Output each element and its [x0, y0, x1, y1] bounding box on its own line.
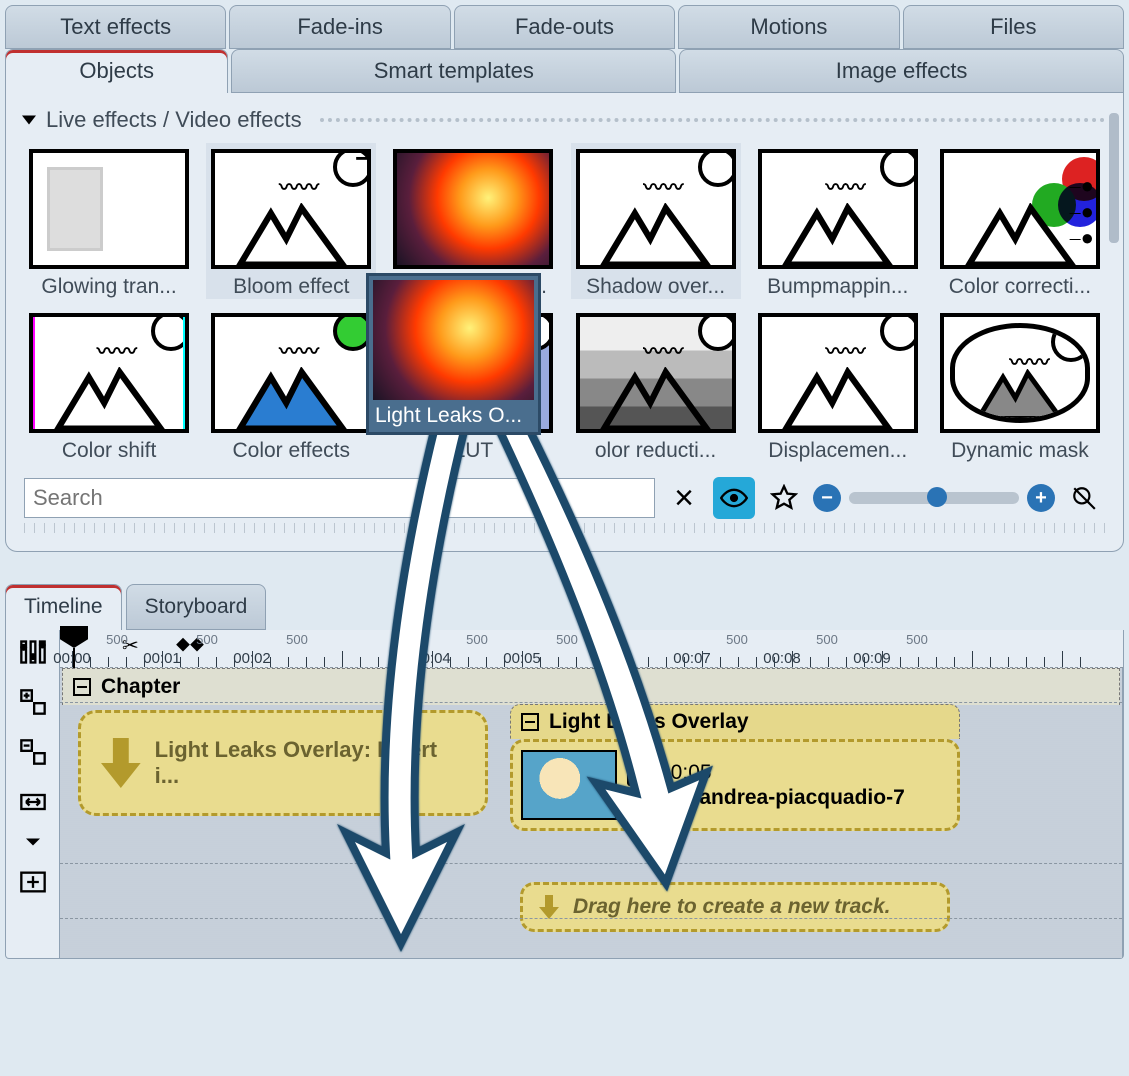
down-arrow-icon	[539, 895, 559, 919]
effect-thumb: 〰〰	[758, 149, 918, 269]
tab-text-effects[interactable]: Text effects	[5, 5, 226, 49]
clip-header[interactable]: Light Leaks Overlay	[510, 704, 960, 739]
effect-label: Displacemen...	[753, 439, 923, 463]
effect-item[interactable]: 〰〰 olor reducti...	[571, 307, 741, 463]
tracks-settings-icon[interactable]	[17, 636, 49, 668]
zoom-out-icon[interactable]: −	[813, 484, 841, 512]
collapse-clip-icon[interactable]	[521, 713, 539, 731]
clip-title: Light Leaks Overlay	[549, 710, 749, 734]
effect-thumb: 〰〰	[576, 149, 736, 269]
effect-item[interactable]: 〰〰 Dynamic mask	[935, 307, 1105, 463]
collapse-triangle-icon[interactable]	[22, 116, 36, 125]
effect-label: LUT	[388, 439, 558, 463]
ruler-sublabel: 500	[556, 632, 578, 647]
ruler-sublabel: 500	[816, 632, 838, 647]
drag-preview-thumb	[373, 280, 534, 400]
effect-thumb: ⎯●⎯●⎯●	[940, 149, 1100, 269]
effect-label: Shadow over...	[571, 275, 741, 299]
effect-label: Bloom effect	[206, 275, 376, 299]
effects-breadcrumb: Live effects / Video effects	[46, 107, 302, 133]
ruler-label: 00:07	[673, 650, 711, 667]
effect-label: Dynamic mask	[935, 439, 1105, 463]
effect-thumb: 〰〰	[211, 313, 371, 433]
favorite-star-icon[interactable]	[763, 477, 805, 519]
ruler-label: 00:09	[853, 650, 891, 667]
effect-item[interactable]: Glowing tran...	[24, 143, 194, 299]
effect-thumb: 〰〰	[576, 313, 736, 433]
tab-smart-templates[interactable]: Smart templates	[231, 49, 676, 93]
fit-all-icon[interactable]	[17, 866, 49, 898]
effect-item[interactable]: 〰〰 Shadow over...	[571, 143, 741, 299]
tab-timeline[interactable]: Timeline	[5, 584, 122, 630]
ruler-sublabel: 500	[726, 632, 748, 647]
effect-thumb	[29, 149, 189, 269]
clip-body[interactable]: A/B 00:05 pexels-andrea-piacquadio-7	[510, 739, 960, 831]
effect-label: Bumpmappin...	[753, 275, 923, 299]
ab-compare-icon: A/B	[627, 764, 653, 786]
drop-zone-insert-label: Light Leaks Overlay: Insert i...	[155, 737, 465, 789]
chapter-header[interactable]: Chapter	[62, 668, 1120, 705]
preview-eye-icon[interactable]	[713, 477, 755, 519]
clip-time: 00:05	[659, 761, 712, 784]
track-divider	[60, 863, 1122, 864]
effect-item[interactable]: ⎯●⎯●⎯● Color correcti...	[935, 143, 1105, 299]
ruler-sublabel: 500	[106, 632, 128, 647]
search-input[interactable]	[24, 478, 655, 518]
effect-label: Glowing tran...	[24, 275, 194, 299]
ruler-label: 00:08	[763, 650, 801, 667]
more-icon[interactable]	[17, 836, 49, 848]
effect-label: Color correcti...	[935, 275, 1105, 299]
divider	[320, 118, 1105, 122]
zoom-slider[interactable]	[849, 492, 1019, 504]
drag-preview-label: Light Leaks O...	[373, 400, 534, 428]
ruler-sublabel: 500	[466, 632, 488, 647]
fit-width-icon[interactable]	[17, 786, 49, 818]
effect-label: olor reducti...	[571, 439, 741, 463]
effect-thumb: 〰〰	[29, 313, 189, 433]
effect-thumb: 〰〰	[940, 313, 1100, 433]
tab-fade-outs[interactable]: Fade-outs	[454, 5, 675, 49]
zoom-in-icon[interactable]: +	[1027, 484, 1055, 512]
effect-thumb: 〰〰	[758, 313, 918, 433]
ruler-sublabel: 500	[286, 632, 308, 647]
collapse-tracks-icon[interactable]	[17, 736, 49, 768]
zoom-reset-icon[interactable]	[1063, 477, 1105, 519]
tab-storyboard[interactable]: Storyboard	[126, 584, 267, 630]
effect-thumb: 〰〰	[211, 149, 371, 269]
expand-tracks-icon[interactable]	[17, 686, 49, 718]
drop-zone-insert[interactable]: Light Leaks Overlay: Insert i...	[78, 710, 488, 816]
track-divider	[60, 702, 1122, 703]
effect-item[interactable]: 〰〰 Displacemen...	[753, 307, 923, 463]
down-arrow-icon	[101, 738, 141, 788]
effect-item[interactable]: 〰〰Bloom effect−	[206, 143, 376, 299]
tab-files[interactable]: Files	[903, 5, 1124, 49]
ruler-sublabel: 500	[906, 632, 928, 647]
tab-image-effects[interactable]: Image effects	[679, 49, 1124, 93]
drag-preview: Light Leaks O...	[366, 273, 541, 435]
effect-thumb	[393, 149, 553, 269]
chapter-title: Chapter	[101, 675, 180, 699]
effect-label: Color shift	[24, 439, 194, 463]
effect-item[interactable]: 〰〰 Color shift	[24, 307, 194, 463]
effect-item[interactable]: 〰〰 Bumpmappin...	[753, 143, 923, 299]
playhead-icon[interactable]	[60, 626, 88, 648]
effect-item[interactable]: 〰〰 Color effects	[206, 307, 376, 463]
tab-motions[interactable]: Motions	[678, 5, 899, 49]
scrollbar[interactable]	[1109, 113, 1119, 243]
drop-zone-new-track[interactable]: Drag here to create a new track.	[520, 882, 950, 932]
ruler-sublabel: 500	[196, 632, 218, 647]
clear-search-icon[interactable]: ×	[663, 477, 705, 519]
effect-label: Color effects	[206, 439, 376, 463]
time-ruler[interactable]: ✂ ⬥⬥ 00:0000:0100:0200:0400:0500:0700:08…	[60, 630, 1123, 668]
track-divider	[60, 918, 1122, 919]
ruler-ticks	[24, 523, 1105, 533]
collapse-chapter-icon[interactable]	[73, 678, 91, 696]
clip-thumbnail	[521, 750, 617, 820]
clip-filename: pexels-andrea-piacquadio-7	[627, 786, 949, 810]
tab-fade-ins[interactable]: Fade-ins	[229, 5, 450, 49]
tab-objects[interactable]: Objects	[5, 49, 228, 93]
drop-zone-new-track-label: Drag here to create a new track.	[573, 895, 890, 919]
